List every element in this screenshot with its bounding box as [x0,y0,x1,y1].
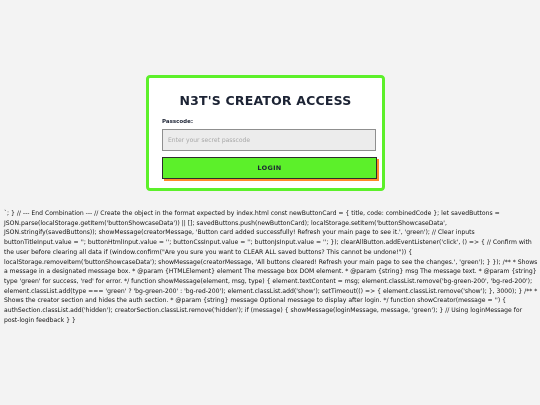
raw-script-text: `; } // --- End Combination --- // Creat… [4,210,538,324]
auth-card: N3T'S CREATOR ACCESS Passcode: LOGIN [146,75,385,191]
card-title: N3T'S CREATOR ACCESS [179,93,352,108]
login-button[interactable]: LOGIN [162,157,377,179]
passcode-input[interactable] [162,129,376,151]
passcode-label: Passcode: [162,119,194,125]
